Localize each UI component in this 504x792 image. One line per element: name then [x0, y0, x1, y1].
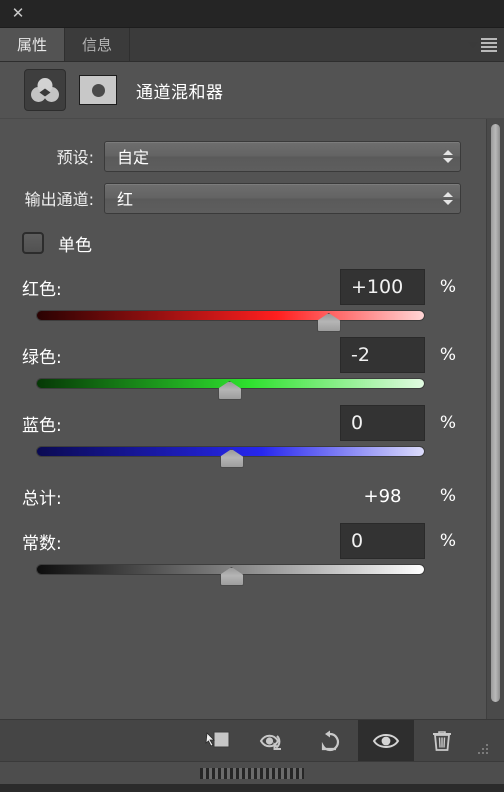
red-slider[interactable] — [36, 307, 425, 332]
tab-strip: 属性 信息 — [0, 28, 504, 62]
chevron-down-icon[interactable] — [468, 41, 478, 48]
output-channel-spinner-icon[interactable] — [442, 191, 454, 205]
channel-mixer-icon[interactable] — [24, 69, 66, 111]
delete-layer-icon[interactable] — [414, 720, 470, 761]
layer-mask-thumbnail[interactable] — [79, 75, 117, 105]
panel-content: 预设: 自定 输出通道: 红 单色 红色: +100 % 绿色: -2 % 蓝色… — [0, 119, 504, 719]
red-slider-track[interactable] — [36, 310, 425, 321]
window-titlebar: ✕ — [0, 0, 504, 28]
red-unit: % — [439, 277, 457, 297]
drag-grip-icon[interactable] — [200, 767, 304, 779]
window-footer — [0, 784, 504, 792]
blue-unit: % — [439, 413, 457, 433]
resize-grip-icon[interactable] — [470, 720, 492, 761]
mask-dot-icon — [91, 83, 105, 97]
preset-select[interactable]: 自定 — [104, 140, 461, 172]
blue-slider[interactable] — [36, 443, 425, 468]
adjustment-header: 通道混和器 — [0, 62, 504, 119]
red-label: 红色: — [22, 279, 62, 300]
view-previous-state-icon[interactable] — [246, 720, 302, 761]
tab-strip-spacer — [130, 28, 468, 61]
panel-drag-bar[interactable] — [0, 761, 504, 784]
blue-slider-head: 蓝色: 0 % — [0, 403, 487, 443]
close-icon[interactable]: ✕ — [5, 3, 31, 25]
constant-label: 常数: — [22, 533, 62, 554]
properties-panel: ✕ 属性 信息 通道混和器 预设: 自定 输出通道: 红 单色 红色: +100… — [0, 0, 504, 792]
red-slider-group: 红色: +100 % — [0, 267, 487, 335]
monochrome-label: 单色 — [58, 235, 92, 256]
tab-properties-label: 属性 — [17, 36, 48, 54]
green-slider-head: 绿色: -2 % — [0, 335, 487, 375]
green-slider-group: 绿色: -2 % — [0, 335, 487, 403]
total-label: 总计: — [22, 488, 62, 509]
preset-spinner-icon[interactable] — [442, 149, 454, 163]
blue-label: 蓝色: — [22, 415, 62, 436]
clip-to-layer-icon[interactable] — [190, 720, 246, 761]
total-unit: % — [439, 486, 457, 506]
output-channel-row: 输出通道: 红 — [0, 177, 487, 219]
reset-icon[interactable] — [302, 720, 358, 761]
tab-info[interactable]: 信息 — [65, 28, 131, 61]
output-channel-select[interactable]: 红 — [104, 182, 461, 214]
monochrome-checkbox[interactable] — [22, 232, 44, 254]
tab-properties[interactable]: 属性 — [0, 28, 66, 61]
output-channel-label: 输出通道: — [24, 190, 94, 209]
red-value-input[interactable]: +100 — [340, 269, 425, 305]
green-value-input[interactable]: -2 — [340, 337, 425, 373]
green-label: 绿色: — [22, 347, 62, 368]
constant-value-input[interactable]: 0 — [340, 523, 425, 559]
scroll-area: 预设: 自定 输出通道: 红 单色 红色: +100 % 绿色: -2 % 蓝色… — [0, 119, 487, 719]
green-slider[interactable] — [36, 375, 425, 400]
blue-slider-group: 蓝色: 0 % — [0, 403, 487, 471]
constant-slider[interactable] — [36, 561, 425, 586]
constant-slider-group: 常数: 0 % — [0, 521, 487, 589]
preset-label: 预设: — [56, 148, 94, 167]
constant-unit: % — [439, 531, 457, 551]
panel-menu-group — [468, 28, 504, 61]
tab-info-label: 信息 — [82, 36, 113, 54]
red-slider-head: 红色: +100 % — [0, 267, 487, 307]
vertical-scrollbar[interactable] — [486, 119, 504, 719]
preset-value: 自定 — [117, 148, 150, 167]
constant-slider-head: 常数: 0 % — [0, 521, 487, 561]
panel-menu-icon[interactable] — [481, 37, 497, 52]
blue-value-input[interactable]: 0 — [340, 405, 425, 441]
panel-toolbar — [0, 719, 504, 761]
toggle-layer-visibility-icon[interactable] — [358, 720, 414, 761]
scrollbar-thumb[interactable] — [491, 124, 500, 702]
green-unit: % — [439, 345, 457, 365]
total-value: +98 — [363, 485, 402, 507]
monochrome-row: 单色 — [0, 219, 487, 267]
output-channel-value: 红 — [117, 190, 134, 209]
preset-row: 预设: 自定 — [0, 135, 487, 177]
page-title: 通道混和器 — [136, 82, 224, 103]
total-row: 总计: +98 % — [0, 471, 487, 521]
